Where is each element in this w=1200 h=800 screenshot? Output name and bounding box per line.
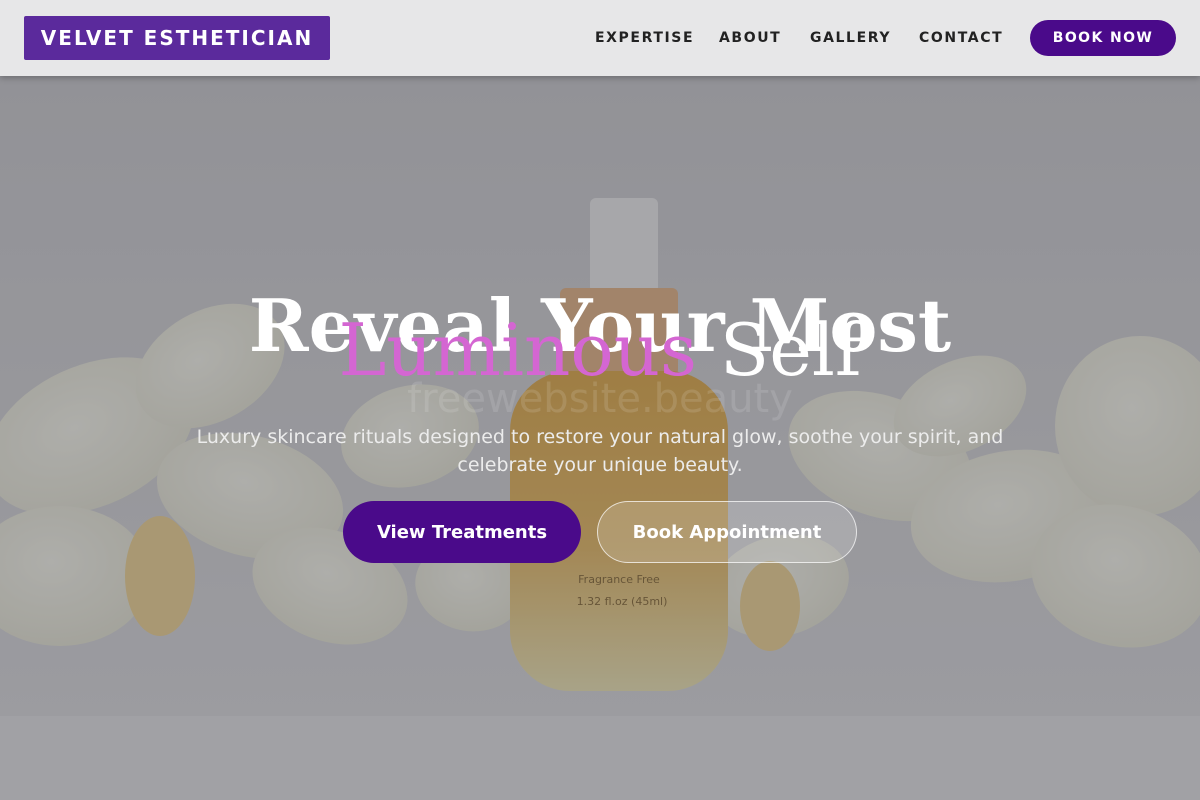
headline-rest: Self	[697, 308, 862, 392]
nav-link-contact[interactable]: CONTACT	[919, 30, 1003, 46]
book-appointment-button[interactable]: Book Appointment	[597, 501, 857, 563]
headline-accent-word: Luminous	[338, 308, 698, 392]
hero-section: Fragrance Free 1.32 fl.oz (45ml) freeweb…	[0, 76, 1200, 800]
hero-subtitle-line1: Luxury skincare rituals designed to rest…	[196, 426, 1004, 448]
book-now-button[interactable]: BOOK NOW	[1030, 20, 1176, 56]
nav-link-gallery[interactable]: GALLERY	[810, 30, 891, 46]
site-logo[interactable]: VELVET ESTHETICIAN	[24, 16, 330, 60]
hero-subtitle-line2: celebrate your unique beauty.	[457, 454, 743, 476]
nav-link-expertise[interactable]: EXPERTISE	[595, 30, 694, 46]
nav-link-about[interactable]: ABOUT	[719, 30, 781, 46]
hero-headline-line2: Luminous Self	[0, 313, 1200, 387]
view-treatments-button[interactable]: View Treatments	[343, 501, 581, 563]
hero-subtitle: Luxury skincare rituals designed to rest…	[180, 423, 1020, 479]
site-header: VELVET ESTHETICIAN EXPERTISE ABOUT GALLE…	[0, 0, 1200, 76]
